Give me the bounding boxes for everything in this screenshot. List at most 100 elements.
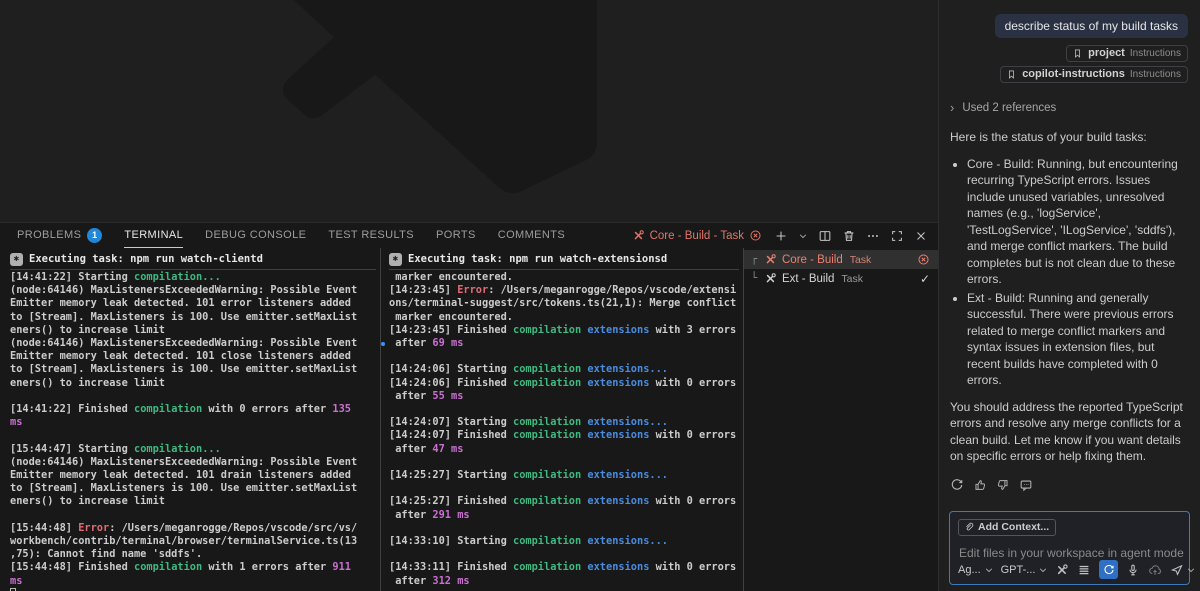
terminal-line: [14:24:07] Finished compilation extensio… bbox=[389, 429, 739, 442]
terminal-line: Emitter memory leak detected. 101 close … bbox=[10, 350, 376, 363]
terminal-line: [14:25:27] Starting compilation extensio… bbox=[389, 469, 739, 482]
terminal-line: after 291 ms bbox=[389, 509, 739, 522]
terminal-line: eners() to increase limit bbox=[10, 377, 376, 390]
chat-input-box[interactable]: Add Context... Edit files in your worksp… bbox=[949, 511, 1190, 585]
chat-input-placeholder[interactable]: Edit files in your workspace in agent mo… bbox=[959, 546, 1184, 560]
panel-tabbar: PROBLEMS 1 TERMINAL DEBUG CONSOLE TEST R… bbox=[0, 223, 938, 248]
split-terminal-icon[interactable] bbox=[818, 229, 832, 243]
auto-approve-toggle[interactable] bbox=[1099, 560, 1118, 579]
terminal-line bbox=[389, 456, 739, 469]
terminal-line: ,75): Cannot find name 'sddfs'. bbox=[10, 548, 376, 561]
terminal-line bbox=[389, 482, 739, 495]
terminal-line: to [Stream]. MaxListeners is 100. Use em… bbox=[10, 363, 376, 376]
terminal-line: [14:33:11] Finished compilation extensio… bbox=[389, 561, 739, 574]
terminal-line bbox=[389, 350, 739, 363]
tools-icon bbox=[632, 229, 645, 242]
task-header-client: ✱ Executing task: npm run watch-clientd bbox=[10, 250, 376, 270]
instructions-chip-copilot[interactable]: copilot-instructions Instructions bbox=[1000, 66, 1188, 83]
terminal-pane-extensions[interactable]: ✱ Executing task: npm run watch-extensio… bbox=[381, 248, 744, 591]
more-actions-icon[interactable] bbox=[866, 229, 880, 243]
paperclip-icon bbox=[964, 522, 974, 532]
tools-icon[interactable] bbox=[1055, 563, 1069, 577]
feedback-comment-icon[interactable] bbox=[1019, 478, 1033, 492]
terminal-line: [15:44:47] Starting compilation... bbox=[10, 443, 376, 456]
tab-test-results[interactable]: TEST RESULTS bbox=[328, 223, 414, 248]
terminal-tabs-list: ┌ Core - Build Task └ Ext - Build Task ✓ bbox=[744, 248, 938, 591]
terminal-dropdown-icon[interactable] bbox=[798, 231, 808, 241]
agent-mode-picker[interactable]: Ag... bbox=[958, 564, 994, 576]
chat-input-toolbar: Ag... GPT-... bbox=[958, 559, 1183, 580]
thumbs-down-icon[interactable] bbox=[996, 478, 1010, 492]
kill-terminal-icon[interactable] bbox=[842, 229, 856, 243]
tab-comments[interactable]: COMMENTS bbox=[498, 223, 565, 248]
response-outro: You should address the reported TypeScri… bbox=[950, 399, 1188, 465]
terminal-kind: Task bbox=[841, 273, 863, 285]
tools-icon bbox=[764, 272, 777, 285]
terminal-line: to [Stream]. MaxListeners is 100. Use em… bbox=[10, 311, 376, 324]
task-star-icon: ✱ bbox=[10, 253, 23, 266]
close-panel-icon[interactable] bbox=[914, 229, 928, 243]
maximize-panel-icon[interactable] bbox=[890, 229, 904, 243]
terminal-line bbox=[10, 390, 376, 403]
terminal-line: [14:33:10] Starting compilation extensio… bbox=[389, 535, 739, 548]
terminal-line bbox=[10, 429, 376, 442]
tab-problems[interactable]: PROBLEMS 1 bbox=[17, 223, 102, 248]
chevron-right-icon: › bbox=[950, 100, 954, 115]
terminal-line: [14:24:06] Finished compilation extensio… bbox=[389, 377, 739, 390]
terminal-output-client: [14:41:22] Starting compilation...(node:… bbox=[10, 271, 376, 591]
terminal-line: marker encountered. bbox=[389, 311, 739, 324]
terminal-line: eners() to increase limit bbox=[10, 324, 376, 337]
terminal-line: after 69 ms bbox=[389, 337, 739, 350]
terminal-list-item-ext-build[interactable]: └ Ext - Build Task ✓ bbox=[744, 269, 938, 288]
response-bullet-core-build: Core - Build: Running, but encountering … bbox=[967, 156, 1188, 288]
sync-icon bbox=[1103, 564, 1115, 576]
bookmark-icon bbox=[1072, 48, 1083, 59]
terminal-line bbox=[10, 509, 376, 522]
send-button[interactable] bbox=[1170, 563, 1196, 577]
rerun-icon[interactable] bbox=[950, 478, 964, 492]
terminal-line: workbench/contrib/terminal/browser/termi… bbox=[10, 535, 376, 548]
terminal-pane-client[interactable]: ✱ Executing task: npm run watch-clientd … bbox=[0, 248, 381, 591]
tree-guide: └ bbox=[751, 273, 759, 284]
used-references-toggle[interactable]: › Used 2 references bbox=[950, 100, 1188, 115]
attached-instructions: project Instructions copilot-instruction… bbox=[950, 45, 1188, 83]
response-bullet-ext-build: Ext - Build: Running and generally succe… bbox=[967, 290, 1188, 389]
tree-guide: ┌ bbox=[751, 254, 759, 265]
tab-terminal[interactable]: TERMINAL bbox=[124, 223, 183, 248]
tab-debug-console[interactable]: DEBUG CONSOLE bbox=[205, 223, 306, 248]
task-error-icon bbox=[749, 229, 762, 242]
terminal-line: to [Stream]. MaxListeners is 100. Use em… bbox=[10, 482, 376, 495]
terminal-name: Ext - Build bbox=[782, 273, 834, 285]
model-picker[interactable]: GPT-... bbox=[1001, 564, 1049, 576]
instructions-chip-project[interactable]: project Instructions bbox=[1066, 45, 1188, 62]
task-header-label: Executing task: npm run watch-clientd bbox=[29, 252, 263, 267]
terminal-list-item-core-build[interactable]: ┌ Core - Build Task bbox=[744, 250, 938, 269]
add-context-button[interactable]: Add Context... bbox=[958, 519, 1056, 536]
bottom-panel: PROBLEMS 1 TERMINAL DEBUG CONSOLE TEST R… bbox=[0, 222, 938, 591]
active-task-indicator[interactable]: Core - Build - Task bbox=[632, 229, 762, 242]
microphone-icon[interactable] bbox=[1126, 563, 1140, 577]
terminal-line: Emitter memory leak detected. 101 error … bbox=[10, 297, 376, 310]
task-star-icon: ✱ bbox=[389, 253, 402, 266]
thumbs-up-icon[interactable] bbox=[973, 478, 987, 492]
task-header-extensions: ✱ Executing task: npm run watch-extensio… bbox=[389, 250, 739, 270]
vscode-logo-watermark bbox=[283, 0, 597, 194]
editor-area bbox=[0, 0, 938, 222]
copilot-chat-panel: describe status of my build tasks projec… bbox=[938, 0, 1200, 591]
tab-ports[interactable]: PORTS bbox=[436, 223, 476, 248]
user-message-bubble: describe status of my build tasks bbox=[995, 14, 1188, 38]
cloud-upload-icon[interactable] bbox=[1148, 563, 1162, 577]
terminal-line: ms bbox=[10, 575, 376, 588]
panel-actions: Core - Build - Task bbox=[632, 223, 938, 248]
list-icon[interactable] bbox=[1077, 563, 1091, 577]
terminal-line: ms bbox=[10, 416, 376, 429]
terminal-line: [14:24:07] Starting compilation extensio… bbox=[389, 416, 739, 429]
terminal-line: [14:23:45] Error: /Users/meganrogge/Repo… bbox=[389, 284, 739, 297]
terminal-line: [15:44:48] Finished compilation with 1 e… bbox=[10, 561, 376, 574]
terminal-line: marker encountered. bbox=[389, 271, 739, 284]
chevron-down-icon bbox=[1186, 565, 1196, 575]
new-terminal-icon[interactable] bbox=[774, 229, 788, 243]
terminal-line: after 47 ms bbox=[389, 443, 739, 456]
response-intro: Here is the status of your build tasks: bbox=[950, 129, 1188, 146]
terminal-line: after 312 ms bbox=[389, 575, 739, 588]
